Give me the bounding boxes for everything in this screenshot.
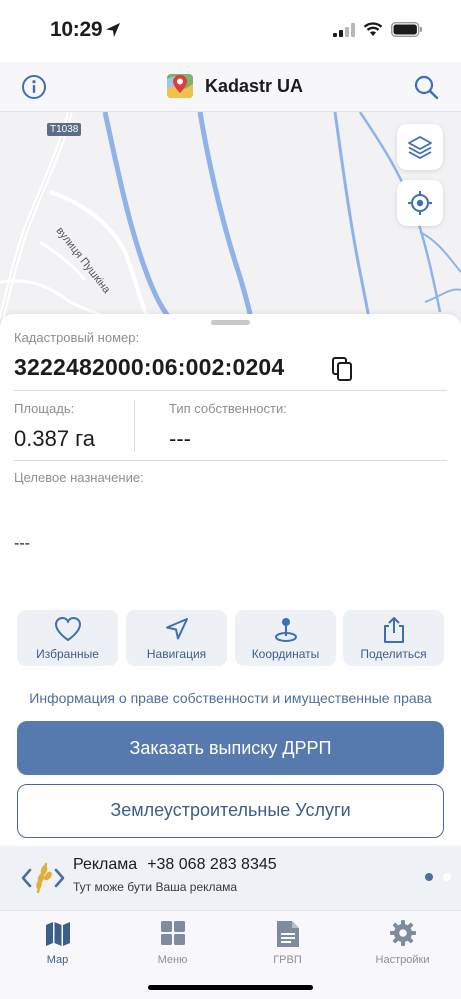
locate-me-button[interactable] [397,180,443,226]
coordinates-button[interactable]: Координаты [235,610,336,666]
status-bar: 10:29 [0,0,461,62]
map-icon [45,922,70,946]
gear-icon [389,920,416,946]
divider [14,390,447,391]
ad-banner[interactable]: Реклама +38 068 283 8345 Тут може бути Ва… [0,846,461,910]
coordinates-label: Координаты [251,647,320,661]
parcel-info-sheet: Кадастровый номер: 3222482000:06:002:020… [0,314,461,846]
app-logo-icon [167,74,193,98]
tab-menu[interactable]: Меню [115,917,230,969]
ad-title: Реклама +38 068 283 8345 [73,856,277,874]
share-button[interactable]: Поделиться [343,610,444,666]
ownership-type-label: Тип собственности: [169,401,287,416]
share-label: Поделиться [360,647,427,661]
status-indicators [333,22,423,37]
divider [14,460,447,461]
heart-icon [54,616,81,642]
navigation-icon-wrap [126,616,227,642]
info-icon[interactable] [21,74,47,100]
action-tiles: Избранные Навигация Координаты Поделитьс… [17,610,444,666]
area-label: Площадь: [14,401,75,416]
crosshair-icon [408,191,432,215]
tab-settings-icon-wrap [345,919,460,949]
location-arrow-icon [106,23,120,37]
map-canvas [0,112,461,324]
signal-icon [333,22,355,37]
ad-logo-icon [21,862,65,894]
app-header: Kadastr UA [0,62,461,112]
layers-icon [408,136,432,159]
ad-title-text: Реклама [73,856,138,873]
tab-grvp-label: ГРВП [273,954,302,966]
map-view[interactable]: T1038 вулиця Пушкіна [0,112,461,324]
purpose-value: --- [14,535,30,552]
purpose-label: Целевое назначение: [14,470,144,485]
battery-icon [391,22,422,37]
home-indicator[interactable] [148,985,313,990]
carousel-dot[interactable] [443,873,451,881]
ad-phone[interactable]: +38 068 283 8345 [147,856,276,873]
copy-icon[interactable] [330,356,354,382]
favorites-label: Избранные [36,647,99,661]
grid-icon [160,921,185,945]
coordinates-icon-wrap [235,616,336,642]
land-services-button[interactable]: Землеустроительные Услуги [17,784,444,838]
document-icon [276,921,299,947]
tab-map-icon-wrap [0,919,115,949]
ad-subtitle: Тут може бути Ваша реклама [73,880,238,894]
app-title: Kadastr UA [205,75,304,96]
favorites-button[interactable]: Избранные [17,610,118,666]
map-route-label: T1038 [47,123,82,136]
cadastral-number-value: 3222482000:06:002:0204 [14,354,285,380]
status-time: 10:29 [50,18,103,41]
tab-grvp-icon-wrap [230,919,345,949]
tab-settings[interactable]: Настройки [345,917,460,969]
cadastral-number-label: Кадастровый номер: [14,330,140,345]
carousel-dot-active[interactable] [425,873,433,881]
vertical-divider [134,400,135,452]
sheet-grabber[interactable] [211,320,250,325]
share-icon-wrap [343,616,444,643]
app-title-group: Kadastr UA [165,71,303,101]
ownership-rights-link[interactable]: Информация о праве собственности и имуще… [0,690,461,706]
layers-button[interactable] [397,124,443,170]
tab-menu-label: Меню [157,954,188,966]
favorites-icon-wrap [17,616,118,642]
share-icon [383,617,404,643]
navigation-arrow-icon [165,618,188,640]
ownership-type-value: --- [169,426,191,451]
tab-map-label: Мар [46,954,69,966]
tab-settings-label: Настройки [375,954,430,966]
order-extract-button[interactable]: Заказать выписку ДРРП [17,721,444,775]
area-value: 0.387 га [14,426,95,451]
tab-grvp[interactable]: ГРВП [230,917,345,969]
navigation-button[interactable]: Навигация [126,610,227,666]
tab-map[interactable]: Мар [0,917,115,969]
wifi-icon [363,22,383,36]
tab-menu-icon-wrap [115,919,230,949]
pin-icon [274,618,297,642]
search-icon[interactable] [413,74,439,100]
navigation-label: Навигация [146,647,207,661]
